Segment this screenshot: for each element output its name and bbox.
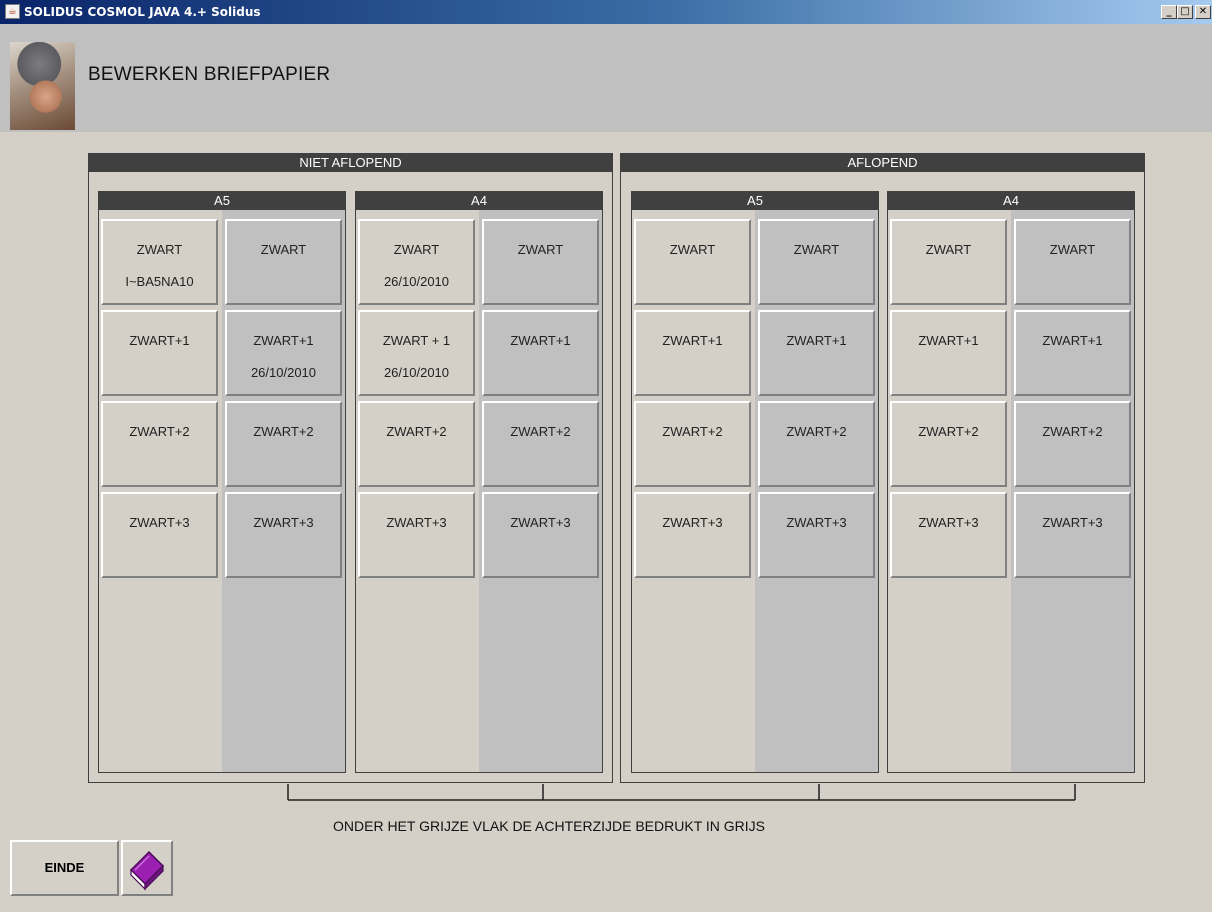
zwart-back-button[interactable]: ZWART (1014, 219, 1131, 305)
subgroup-a4: A4 ZWART 26/10/2010 ZWART ZWART + 1 26/10/… (355, 191, 603, 773)
zwart-3-button[interactable]: ZWART+3 (101, 492, 218, 578)
title-bar: ☕ SOLIDUS COSMOL JAVA 4.+ Solidus _ □ ✕ (0, 0, 1212, 24)
zwart-2-button[interactable]: ZWART+2 (890, 401, 1007, 487)
zwart-button[interactable]: ZWART (890, 219, 1007, 305)
zwart-back-button[interactable]: ZWART (225, 219, 342, 305)
close-button[interactable]: ✕ (1195, 5, 1211, 19)
subgroup-a5: A5 ZWART ZWART ZWART+1 ZWART+1 ZWART+2 Z… (631, 191, 879, 773)
window-title: SOLIDUS COSMOL JAVA 4.+ Solidus (24, 5, 261, 19)
page-title: BEWERKEN BRIEFPAPIER (88, 64, 331, 85)
zwart-back-button[interactable]: ZWART (482, 219, 599, 305)
zwart-1-button[interactable]: ZWART+1 (101, 310, 218, 396)
zwart-2-button[interactable]: ZWART+2 (101, 401, 218, 487)
subgroup-a4: A4 ZWART ZWART ZWART+1 ZWART+1 ZWART+2 Z… (887, 191, 1135, 773)
subgroup-header: A4 (888, 192, 1134, 210)
subgroup-header: A4 (356, 192, 602, 210)
subgroup-header: A5 (99, 192, 345, 210)
group-aflopend: AFLOPEND A5 ZWART ZWART ZWART+1 ZWART+1 … (620, 153, 1145, 783)
group-niet-aflopend: NIET AFLOPEND A5 ZWART I~BA5NA10 ZWART ZW… (88, 153, 613, 783)
zwart-2-back-button[interactable]: ZWART+2 (1014, 401, 1131, 487)
zwart-2-back-button[interactable]: ZWART+2 (225, 401, 342, 487)
gray-area-note: ONDER HET GRIJZE VLAK DE ACHTERZIJDE BED… (333, 818, 765, 834)
zwart-3-back-button[interactable]: ZWART+3 (758, 492, 875, 578)
zwart-back-button[interactable]: ZWART (758, 219, 875, 305)
subgroup-header: A5 (632, 192, 878, 210)
zwart-2-back-button[interactable]: ZWART+2 (758, 401, 875, 487)
zwart-2-button[interactable]: ZWART+2 (634, 401, 751, 487)
zwart-3-button[interactable]: ZWART+3 (634, 492, 751, 578)
zwart-1-back-button[interactable]: ZWART+1 26/10/2010 (225, 310, 342, 396)
zwart-button[interactable]: ZWART (634, 219, 751, 305)
zwart-3-back-button[interactable]: ZWART+3 (482, 492, 599, 578)
group-header: NIET AFLOPEND (89, 154, 612, 172)
zwart-3-button[interactable]: ZWART+3 (890, 492, 1007, 578)
einde-button[interactable]: EINDE (10, 840, 119, 896)
zwart-button[interactable]: ZWART 26/10/2010 (358, 219, 475, 305)
zwart-3-back-button[interactable]: ZWART+3 (1014, 492, 1131, 578)
zwart-1-back-button[interactable]: ZWART+1 (1014, 310, 1131, 396)
maximize-button[interactable]: □ (1177, 5, 1193, 19)
zwart-3-button[interactable]: ZWART+3 (358, 492, 475, 578)
subgroup-a5: A5 ZWART I~BA5NA10 ZWART ZWART+1 ZWART+1 2… (98, 191, 346, 773)
book-button[interactable] (121, 840, 173, 896)
zwart-1-button[interactable]: ZWART+1 (634, 310, 751, 396)
zwart-1-button[interactable]: ZWART+1 (890, 310, 1007, 396)
zwart-2-button[interactable]: ZWART+2 (358, 401, 475, 487)
java-cup-icon: ☕ (5, 4, 20, 19)
group-header: AFLOPEND (621, 154, 1144, 172)
woman-portrait-avatar (10, 42, 75, 130)
purple-book-icon (129, 850, 165, 891)
zwart-3-back-button[interactable]: ZWART+3 (225, 492, 342, 578)
zwart-1-back-button[interactable]: ZWART+1 (758, 310, 875, 396)
zwart-1-back-button[interactable]: ZWART+1 (482, 310, 599, 396)
zwart-button[interactable]: ZWART I~BA5NA10 (101, 219, 218, 305)
zwart-1-button[interactable]: ZWART + 1 26/10/2010 (358, 310, 475, 396)
minimize-button[interactable]: _ (1161, 5, 1177, 19)
zwart-2-back-button[interactable]: ZWART+2 (482, 401, 599, 487)
